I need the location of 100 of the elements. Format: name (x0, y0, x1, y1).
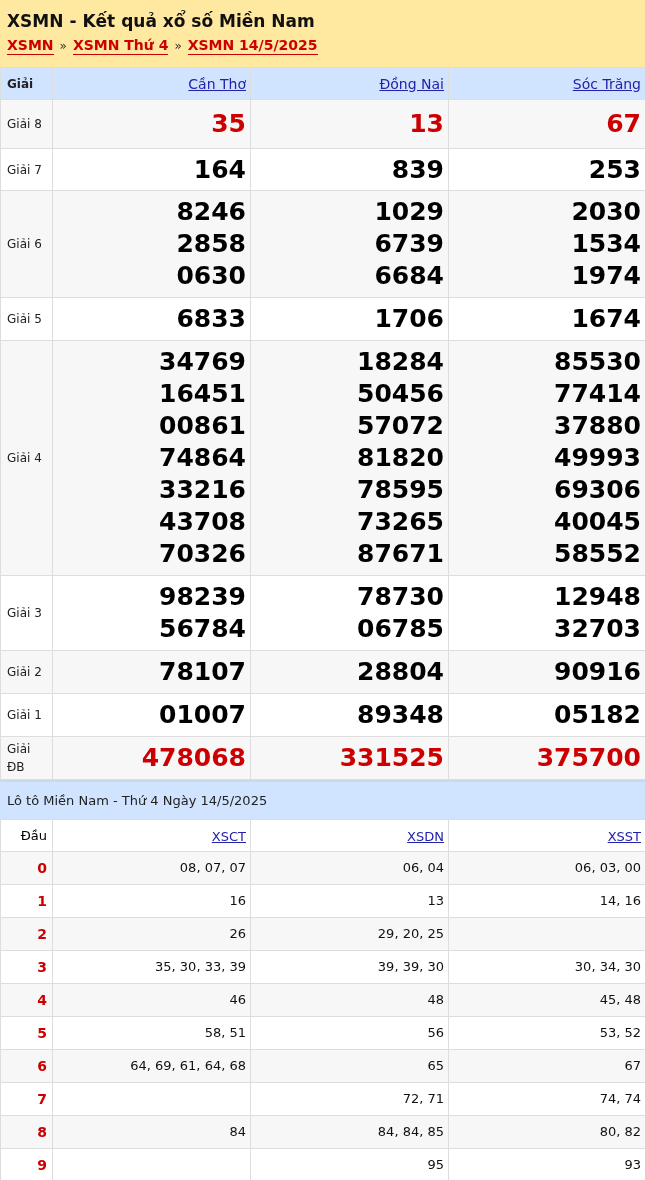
prize-label: Giải 4 (7, 451, 42, 465)
result-number: 58552 (553, 538, 641, 570)
result-number: 6833 (175, 303, 246, 335)
column-header: Giải (7, 76, 34, 91)
breadcrumb-link[interactable]: XSMN 14/5/2025 (187, 36, 318, 55)
result-number: 43708 (158, 506, 246, 538)
result-number: 32703 (553, 613, 641, 645)
result-number: 164 (192, 153, 246, 186)
loto-numbers: 14, 16 (599, 893, 641, 909)
result-number: 01007 (158, 699, 246, 731)
result-number: 839 (390, 153, 444, 186)
breadcrumb-separator: » (174, 37, 182, 55)
prize-label: Giải 5 (7, 312, 42, 326)
loto-numbers: 84 (229, 1124, 246, 1140)
province-link[interactable]: Sóc Trăng (572, 75, 641, 92)
breadcrumb-link[interactable]: XSMN (7, 36, 54, 55)
result-number: 2030 (570, 196, 641, 228)
head-digit: 9 (37, 1157, 47, 1173)
result-number: 16451 (158, 378, 246, 410)
result-number: 13 (408, 108, 444, 140)
loto-numbers: 13 (427, 893, 444, 909)
result-number: 37880 (553, 410, 641, 442)
loto-numbers: 84, 84, 85 (377, 1124, 444, 1140)
section-title: Lô tô Miền Nam - Thứ 4 Ngày 14/5/2025 (7, 791, 268, 810)
loto-numbers: 45, 48 (599, 992, 641, 1008)
result-number: 34769 (158, 346, 246, 378)
loto-numbers: 64, 69, 61, 64, 68 (130, 1058, 246, 1074)
breadcrumb-link[interactable]: XSMN Thứ 4 (72, 36, 169, 55)
head-digit: 7 (37, 1091, 47, 1107)
prize-label: Giải 6 (7, 237, 42, 251)
loto-numbers: 26 (229, 926, 246, 942)
head-digit: 3 (37, 959, 47, 975)
loto-numbers: 16 (229, 893, 246, 909)
head-digit: 8 (37, 1124, 47, 1140)
result-number: 49993 (553, 442, 641, 474)
result-number: 35 (210, 108, 246, 140)
head-digit: 0 (37, 860, 47, 876)
prize-label: Giải 7 (7, 162, 42, 177)
result-number: 57072 (356, 410, 444, 442)
result-number: 56784 (158, 613, 246, 645)
head-digit: 1 (37, 893, 47, 909)
loto-numbers: 93 (624, 1157, 641, 1173)
loto-numbers: 46 (229, 992, 246, 1008)
result-number: 331525 (338, 742, 444, 774)
prize-label: Giải ĐB (7, 742, 31, 774)
result-number: 1706 (373, 303, 444, 335)
head-digit: 5 (37, 1025, 47, 1041)
loto-numbers: 48 (427, 992, 444, 1008)
result-number: 18284 (356, 346, 444, 378)
result-number: 12948 (553, 581, 641, 613)
result-number: 253 (587, 153, 641, 186)
result-number: 1674 (570, 303, 641, 335)
loto-numbers: 56 (427, 1025, 444, 1041)
loto-numbers: 30, 34, 30 (574, 959, 641, 975)
result-number: 77414 (553, 378, 641, 410)
result-number: 05182 (553, 699, 641, 731)
result-number: 2858 (175, 228, 246, 260)
loto-numbers: 06, 03, 00 (574, 860, 641, 876)
result-number: 74864 (158, 442, 246, 474)
prize-label: Giải 3 (7, 606, 42, 620)
loto-numbers: 29, 20, 25 (377, 926, 444, 942)
province-link[interactable]: Đồng Nai (379, 75, 444, 92)
result-number: 69306 (553, 474, 641, 506)
result-number: 78730 (356, 581, 444, 613)
result-number: 06785 (356, 613, 444, 645)
result-number: 478068 (140, 742, 246, 774)
loto-numbers: 65 (427, 1058, 444, 1074)
page-title: XSMN - Kết quả xổ số Miền Nam (7, 10, 316, 32)
column-header: Đầu (20, 827, 47, 843)
result-number: 375700 (535, 742, 641, 774)
head-digit: 6 (37, 1058, 47, 1074)
loto-numbers: 39, 39, 30 (377, 959, 444, 975)
head-digit: 2 (37, 926, 47, 942)
loto-numbers: 80, 82 (599, 1124, 641, 1140)
result-number: 98239 (158, 581, 246, 613)
head-digit: 4 (37, 992, 47, 1008)
loto-numbers: 58, 51 (204, 1025, 246, 1041)
result-number: 85530 (553, 346, 641, 378)
prize-label: Giải 8 (7, 117, 42, 131)
result-number: 87671 (356, 538, 444, 570)
breadcrumb-separator: » (59, 37, 67, 55)
province-link[interactable]: Cần Thơ (188, 75, 246, 92)
result-number: 8246 (175, 196, 246, 228)
result-number: 1534 (570, 228, 641, 260)
loto-numbers: 67 (624, 1058, 641, 1074)
result-number: 0630 (175, 260, 246, 292)
column-link[interactable]: XSDN (407, 828, 444, 844)
result-number: 78595 (356, 474, 444, 506)
prize-label: Giải 1 (7, 708, 42, 722)
result-number: 73265 (356, 506, 444, 538)
column-link[interactable]: XSCT (211, 828, 246, 844)
column-link[interactable]: XSST (607, 828, 641, 844)
result-number: 33216 (158, 474, 246, 506)
loto-numbers: 35, 30, 33, 39 (155, 959, 246, 975)
loto-numbers: 08, 07, 07 (179, 860, 246, 876)
result-number: 89348 (356, 699, 444, 731)
prize-label: Giải 2 (7, 665, 42, 679)
result-number: 90916 (553, 656, 641, 688)
result-number: 1974 (570, 260, 641, 292)
result-number: 6684 (373, 260, 444, 292)
